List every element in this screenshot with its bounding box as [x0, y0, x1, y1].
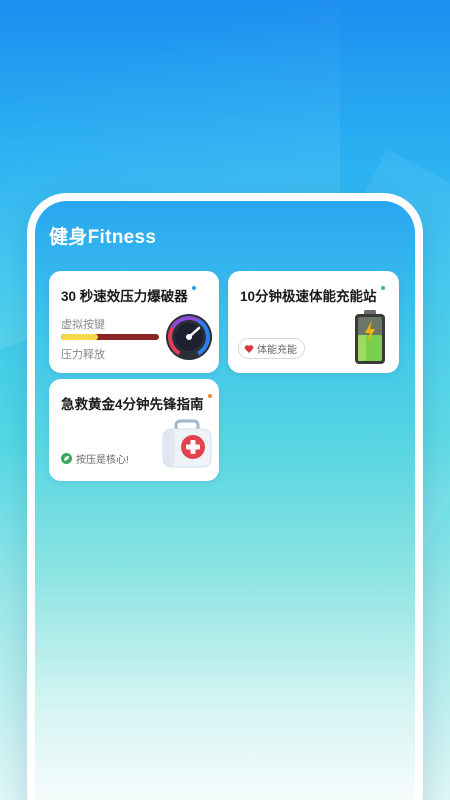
card-title-text: 30 秒速效压力爆破器 [61, 289, 188, 304]
card-title: 急救黄金4分钟先锋指南 [61, 393, 212, 413]
card-energy-station[interactable]: 10分钟极速体能充能站 体能充能 [228, 271, 399, 373]
pressure-progress-bar [61, 334, 159, 340]
battery-charging-icon [355, 310, 385, 364]
pressure-release-label: 压力释放 [61, 349, 105, 361]
card-title: 30 秒速效压力爆破器 [61, 285, 196, 305]
phone-frame: 健身Fitness 30 秒速效压力爆破器 虚拟按键 压力释放 10分钟极速体能… [27, 193, 423, 800]
first-aid-tip: 按压是核心! [61, 451, 129, 466]
card-title-text: 10分钟极速体能充能站 [240, 289, 377, 304]
virtual-button-label: 虚拟按键 [61, 319, 105, 331]
energy-tag-label: 体能充能 [257, 345, 297, 356]
first-aid-tip-text: 按压是核心! [76, 455, 129, 466]
card-title: 10分钟极速体能充能站 [240, 285, 385, 305]
app-title: 健身Fitness [49, 227, 157, 248]
app-screen: 健身Fitness 30 秒速效压力爆破器 虚拟按键 压力释放 10分钟极速体能… [35, 201, 415, 800]
status-dot [380, 286, 385, 290]
card-title-text: 急救黄金4分钟先锋指南 [61, 397, 204, 412]
card-stress-buster[interactable]: 30 秒速效压力爆破器 虚拟按键 压力释放 [49, 271, 219, 373]
status-dot [191, 286, 196, 290]
speedometer-gauge-icon [166, 314, 212, 360]
card-first-aid-guide[interactable]: 急救黄金4分钟先锋指南 按压是核心! [49, 379, 219, 481]
heart-icon [244, 344, 254, 353]
energy-tag: 体能充能 [238, 338, 305, 359]
pressure-progress-fill [61, 334, 99, 340]
leaf-icon [61, 453, 72, 464]
first-aid-kit-icon [162, 419, 212, 468]
status-dot [207, 394, 212, 398]
